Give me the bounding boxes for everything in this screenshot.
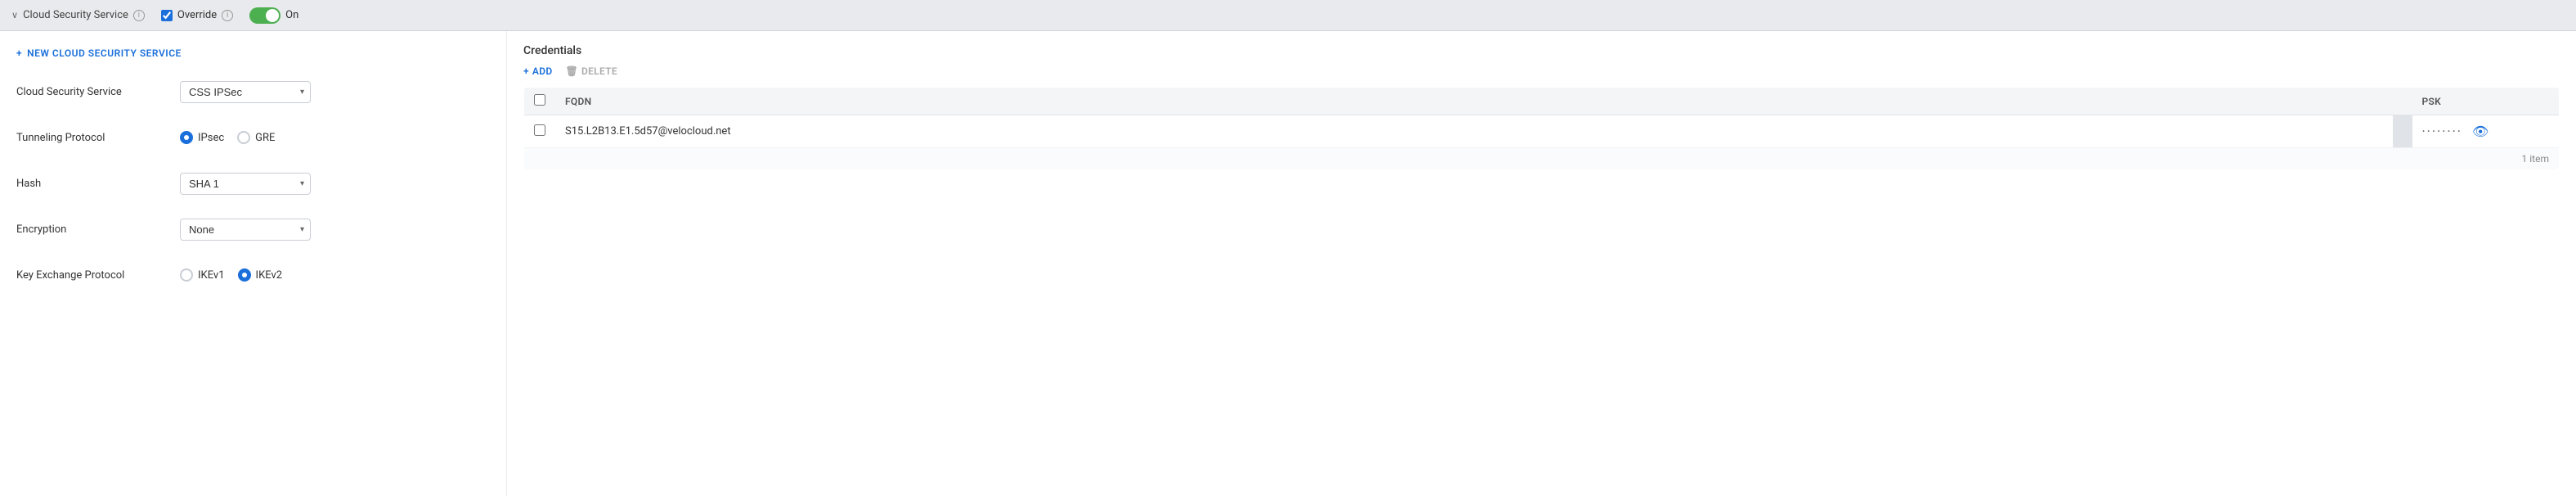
override-checkbox[interactable] xyxy=(161,10,173,21)
psk-dots: ········ xyxy=(2422,124,2462,139)
psk-cell: ········ 👁 xyxy=(2412,115,2560,148)
gre-radio-text: GRE xyxy=(255,132,275,144)
cloud-security-service-control: CSS IPSec ▾ xyxy=(180,81,311,103)
trash-icon: 🗑 xyxy=(565,65,578,77)
encryption-row: Encryption None ▾ xyxy=(16,216,490,242)
credentials-actions: + ADD 🗑 DELETE xyxy=(523,65,2560,77)
row-divider xyxy=(2393,115,2412,148)
psk-header: PSK xyxy=(2412,88,2560,115)
hash-control: SHA 1 ▾ xyxy=(180,173,311,195)
add-icon: + xyxy=(523,65,529,77)
right-panel: Credentials + ADD 🗑 DELETE FQDN PSK xyxy=(507,31,2576,496)
header-checkbox-col xyxy=(524,88,556,115)
credentials-table: FQDN PSK S15.L2B13.E1.5d57@velocloud.net xyxy=(523,87,2560,170)
key-exchange-protocol-control: IKEv1 IKEv2 xyxy=(180,268,282,282)
ikev1-radio-input[interactable] xyxy=(180,268,193,282)
ikev2-radio-label[interactable]: IKEv2 xyxy=(238,268,283,282)
hash-label: Hash xyxy=(16,178,180,190)
toggle-label: On xyxy=(285,9,298,21)
service-name-label: Cloud Security Service xyxy=(23,9,128,21)
item-count-cell: 1 item xyxy=(524,148,2560,170)
credentials-table-body: S15.L2B13.E1.5d57@velocloud.net ········… xyxy=(524,115,2560,170)
gre-radio-input[interactable] xyxy=(237,131,250,144)
tunneling-protocol-control: IPsec GRE xyxy=(180,131,275,144)
show-psk-icon[interactable]: 👁 xyxy=(2472,124,2488,139)
add-credential-button[interactable]: + ADD xyxy=(523,65,552,77)
encryption-select[interactable]: None xyxy=(180,219,311,241)
tunneling-protocol-radio-group: IPsec GRE xyxy=(180,131,275,144)
plus-icon: + xyxy=(16,47,22,59)
hash-select[interactable]: SHA 1 xyxy=(180,173,311,195)
ikev1-radio-text: IKEv1 xyxy=(198,269,225,282)
cloud-security-service-select-wrapper: CSS IPSec ▾ xyxy=(180,81,311,103)
service-info-icon[interactable]: i xyxy=(133,10,145,21)
credentials-title: Credentials xyxy=(523,44,2560,57)
select-all-checkbox[interactable] xyxy=(534,94,545,106)
key-exchange-radio-group: IKEv1 IKEv2 xyxy=(180,268,282,282)
override-group: Override i xyxy=(161,9,233,21)
collapse-chevron-icon[interactable]: ∨ xyxy=(11,10,18,20)
encryption-control: None ▾ xyxy=(180,219,311,241)
override-info-icon[interactable]: i xyxy=(222,10,233,21)
ipsec-radio-text: IPsec xyxy=(198,132,224,144)
fqdn-value: S15.L2B13.E1.5d57@velocloud.net xyxy=(565,125,731,138)
psk-cell-content: ········ 👁 xyxy=(2422,124,2550,139)
hash-row: Hash SHA 1 ▾ xyxy=(16,170,490,196)
top-bar-service-section: ∨ Cloud Security Service i xyxy=(11,9,145,21)
on-off-toggle[interactable] xyxy=(249,7,280,24)
hash-select-wrapper: SHA 1 ▾ xyxy=(180,173,311,195)
fqdn-cell: S15.L2B13.E1.5d57@velocloud.net xyxy=(555,115,2393,148)
tunneling-protocol-label: Tunneling Protocol xyxy=(16,132,180,144)
divider-col xyxy=(2393,88,2412,115)
ikev2-radio-text: IKEv2 xyxy=(256,269,283,282)
add-label: ADD xyxy=(532,65,553,77)
item-count-row: 1 item xyxy=(524,148,2560,170)
delete-credential-button[interactable]: 🗑 DELETE xyxy=(565,65,617,77)
override-label: Override xyxy=(177,9,217,21)
table-row: S15.L2B13.E1.5d57@velocloud.net ········… xyxy=(524,115,2560,148)
row-checkbox-cell xyxy=(524,115,556,148)
cloud-security-service-label: Cloud Security Service xyxy=(16,86,180,98)
key-exchange-protocol-label: Key Exchange Protocol xyxy=(16,269,180,282)
top-bar: ∨ Cloud Security Service i Override i On xyxy=(0,0,2576,31)
delete-label: DELETE xyxy=(581,65,617,77)
ipsec-radio-label[interactable]: IPsec xyxy=(180,131,224,144)
new-service-label: NEW CLOUD SECURITY SERVICE xyxy=(27,47,182,59)
toggle-group: On xyxy=(249,7,298,24)
main-content: + NEW CLOUD SECURITY SERVICE Cloud Secur… xyxy=(0,31,2576,496)
tunneling-protocol-row: Tunneling Protocol IPsec GRE xyxy=(16,124,490,151)
gre-radio-label[interactable]: GRE xyxy=(237,131,275,144)
encryption-label: Encryption xyxy=(16,223,180,236)
new-cloud-security-service-button[interactable]: + NEW CLOUD SECURITY SERVICE xyxy=(16,44,490,62)
encryption-select-wrapper: None ▾ xyxy=(180,219,311,241)
row-checkbox[interactable] xyxy=(534,124,545,136)
left-panel: + NEW CLOUD SECURITY SERVICE Cloud Secur… xyxy=(0,31,507,496)
ikev2-radio-input[interactable] xyxy=(238,268,251,282)
key-exchange-protocol-row: Key Exchange Protocol IKEv1 IKEv2 xyxy=(16,262,490,288)
credentials-table-header: FQDN PSK xyxy=(524,88,2560,115)
fqdn-header: FQDN xyxy=(555,88,2393,115)
cloud-security-service-row: Cloud Security Service CSS IPSec ▾ xyxy=(16,79,490,105)
credentials-header-row: FQDN PSK xyxy=(524,88,2560,115)
cloud-security-service-select[interactable]: CSS IPSec xyxy=(180,81,311,103)
ipsec-radio-input[interactable] xyxy=(180,131,193,144)
ikev1-radio-label[interactable]: IKEv1 xyxy=(180,268,225,282)
